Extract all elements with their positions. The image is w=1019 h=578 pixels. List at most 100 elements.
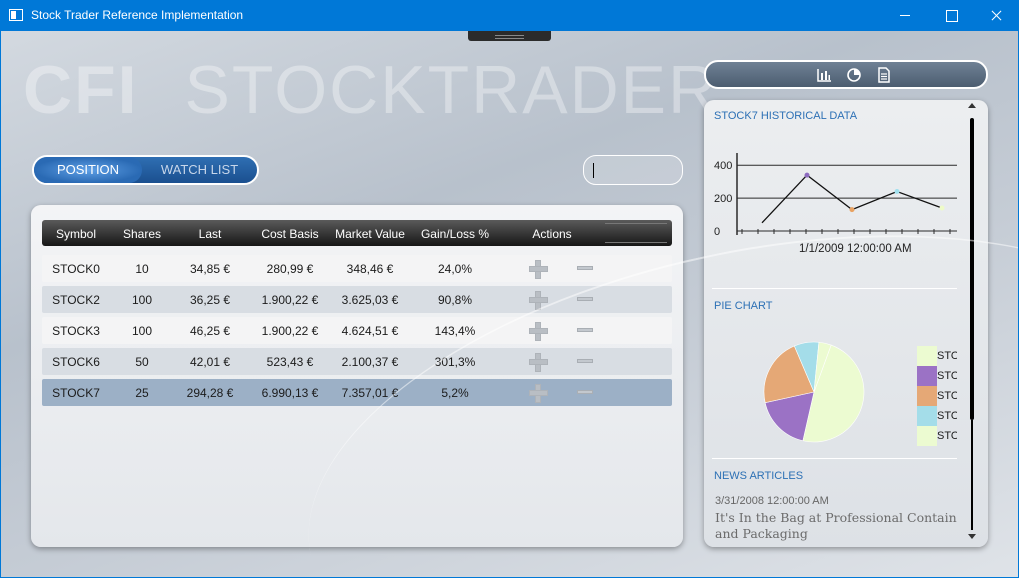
bar-chart-icon[interactable] [816, 67, 832, 83]
cell-cost-basis: 1.900,22 € [261, 293, 319, 307]
header-grip [605, 223, 667, 243]
news-headline-link[interactable]: It's In the Bag at Professional Containe… [715, 510, 957, 542]
y-tick-label: 0 [714, 226, 720, 238]
cell-symbol: STOCK0 [52, 262, 100, 276]
cell-last: 46,25 € [189, 324, 231, 338]
series-line [761, 174, 943, 224]
cell-last: 36,25 € [189, 293, 231, 307]
legend-swatch [917, 426, 937, 446]
tab-watch-list[interactable]: WATCH LIST [142, 157, 257, 183]
data-point [804, 172, 810, 178]
table-row[interactable]: STOCK3 100 46,25 € 1.900,22 € 4.624,51 €… [42, 317, 672, 344]
positions-table-header: Symbol Shares Last Cost Basis Market Val… [42, 220, 672, 246]
cell-shares: 25 [135, 386, 149, 400]
column-header-market-value[interactable]: Market Value [331, 227, 409, 241]
column-header-shares[interactable]: Shares [120, 227, 164, 241]
app-area: CFI STOCKTRADER POSITION WATCH LIST Symbo… [1, 31, 1018, 577]
news-headline-line: and Packaging [715, 526, 808, 541]
pie-chart-icon[interactable] [846, 67, 862, 83]
buy-plus-icon[interactable] [529, 322, 548, 341]
cell-market-value: 3.625,03 € [341, 293, 399, 307]
positions-panel: Symbol Shares Last Cost Basis Market Val… [31, 205, 683, 547]
cell-shares: 10 [135, 262, 149, 276]
legend-label: STO [937, 390, 957, 402]
sell-minus-icon[interactable] [577, 297, 593, 301]
news-section-title: NEWS ARTICLES [714, 470, 804, 482]
tab-position[interactable]: POSITION [34, 157, 142, 183]
table-row-selected[interactable]: STOCK7 25 294,28 € 6.990,13 € 7.357,01 €… [42, 379, 672, 406]
cell-symbol: STOCK7 [52, 386, 100, 400]
text-caret [593, 163, 594, 178]
legend-swatch [917, 406, 937, 426]
table-row[interactable]: STOCK0 10 34,85 € 280,99 € 348,46 € 24,0… [42, 255, 672, 282]
document-icon[interactable] [876, 67, 892, 83]
historical-section-title: STOCK7 HISTORICAL DATA [714, 110, 858, 122]
symbol-search-input[interactable] [583, 155, 683, 185]
title-bar: Stock Trader Reference Implementation [0, 0, 1019, 31]
news-date: 3/31/2008 12:00:00 AM [715, 495, 829, 507]
data-point [849, 207, 855, 213]
cell-market-value: 7.357,01 € [341, 386, 399, 400]
legend-label: STO [937, 410, 957, 422]
scroll-up-arrow[interactable] [968, 103, 976, 108]
column-header-actions: Actions [532, 227, 572, 241]
cell-cost-basis: 523,43 € [266, 355, 314, 369]
buy-plus-icon[interactable] [529, 260, 548, 279]
cell-last: 42,01 € [189, 355, 231, 369]
scrollbar-thumb[interactable] [970, 118, 974, 420]
cell-market-value: 348,46 € [346, 262, 394, 276]
buy-plus-icon[interactable] [529, 384, 548, 403]
pie-section-title: PIE CHART [714, 300, 773, 312]
sell-minus-icon[interactable] [577, 266, 593, 270]
legend-swatch [917, 386, 937, 406]
legend-label: STO [937, 370, 957, 382]
column-header-last[interactable]: Last [176, 227, 244, 241]
top-drawer-handle[interactable] [468, 31, 551, 41]
sell-minus-icon[interactable] [577, 328, 593, 332]
y-tick-label: 400 [714, 160, 732, 172]
cell-market-value: 4.624,51 € [341, 324, 399, 338]
close-button[interactable] [973, 0, 1019, 31]
brand-light-text: STOCKTRADER [184, 52, 720, 128]
cell-gain-loss: 90,8% [437, 293, 473, 307]
cell-symbol: STOCK2 [52, 293, 100, 307]
sell-minus-icon[interactable] [577, 390, 593, 394]
details-panel: STOCK7 HISTORICAL DATA 0 200 400 1/1/2009 1… [704, 100, 988, 547]
cell-gain-loss: 301,3% [434, 355, 476, 369]
legend-item: STO [917, 366, 957, 386]
minimize-button[interactable] [882, 0, 928, 31]
cell-last: 294,28 € [186, 386, 234, 400]
cell-last: 34,85 € [189, 262, 231, 276]
column-header-gain-loss[interactable]: Gain/Loss % [415, 227, 495, 241]
column-header-symbol[interactable]: Symbol [42, 227, 110, 241]
cell-shares: 100 [131, 293, 153, 307]
cell-gain-loss: 5,2% [441, 386, 469, 400]
historical-line-chart: 0 200 400 1/1/2009 12:00:00 AM [714, 153, 957, 255]
cell-market-value: 2.100,37 € [341, 355, 399, 369]
legend-swatch [917, 346, 937, 366]
legend-label: STO [937, 430, 957, 442]
news-headline-line: It's In the Bag at Professional Containe [715, 510, 957, 525]
maximize-button[interactable] [928, 0, 974, 31]
buy-plus-icon[interactable] [529, 353, 548, 372]
cell-shares: 50 [135, 355, 149, 369]
table-row[interactable]: STOCK6 50 42,01 € 523,43 € 2.100,37 € 30… [42, 348, 672, 375]
scrollbar-track[interactable] [971, 420, 973, 530]
section-divider [712, 458, 957, 459]
legend-item: STO [917, 386, 957, 406]
legend-label: STO [937, 350, 957, 362]
pie-chart [763, 341, 865, 443]
legend-item: STO [917, 346, 957, 366]
legend-swatch [917, 366, 937, 386]
sell-minus-icon[interactable] [577, 359, 593, 363]
cell-symbol: STOCK3 [52, 324, 100, 338]
brand-bold-text: CFI [23, 52, 139, 128]
cell-symbol: STOCK6 [52, 355, 100, 369]
section-divider [712, 288, 957, 289]
column-header-cost-basis[interactable]: Cost Basis [250, 227, 330, 241]
scroll-down-arrow[interactable] [968, 534, 976, 539]
table-row[interactable]: STOCK2 100 36,25 € 1.900,22 € 3.625,03 €… [42, 286, 672, 313]
data-point [939, 205, 945, 211]
buy-plus-icon[interactable] [529, 291, 548, 310]
cell-gain-loss: 24,0% [437, 262, 473, 276]
